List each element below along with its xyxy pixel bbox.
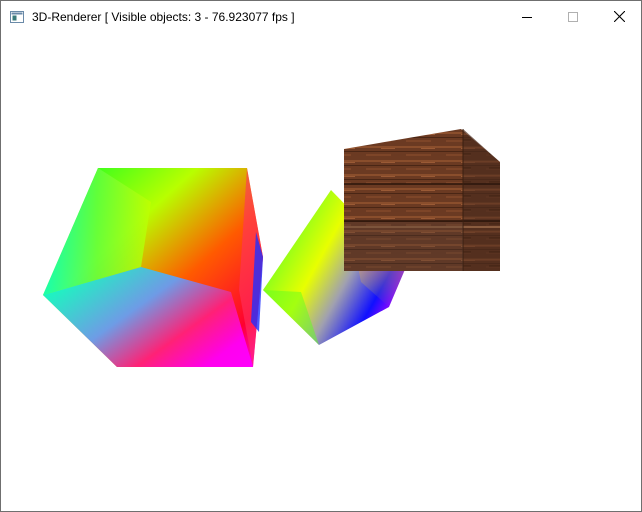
app-window: 3D-Renderer [ Visible objects: 3 - 76.92… xyxy=(0,0,642,512)
app-window-icon[interactable] xyxy=(10,10,24,23)
rainbow-cube-large xyxy=(43,168,263,367)
maximize-icon xyxy=(568,11,578,22)
maximize-button[interactable] xyxy=(550,1,596,32)
close-icon xyxy=(613,11,625,22)
title-bar[interactable]: 3D-Renderer [ Visible objects: 3 - 76.92… xyxy=(1,1,641,32)
close-button[interactable] xyxy=(596,1,642,32)
render-viewport[interactable] xyxy=(1,32,641,511)
minimize-icon xyxy=(522,12,532,22)
minimize-button[interactable] xyxy=(504,1,550,32)
window-title: 3D-Renderer [ Visible objects: 3 - 76.92… xyxy=(32,10,295,24)
wooden-crate xyxy=(344,129,500,271)
scene-canvas xyxy=(43,129,500,367)
